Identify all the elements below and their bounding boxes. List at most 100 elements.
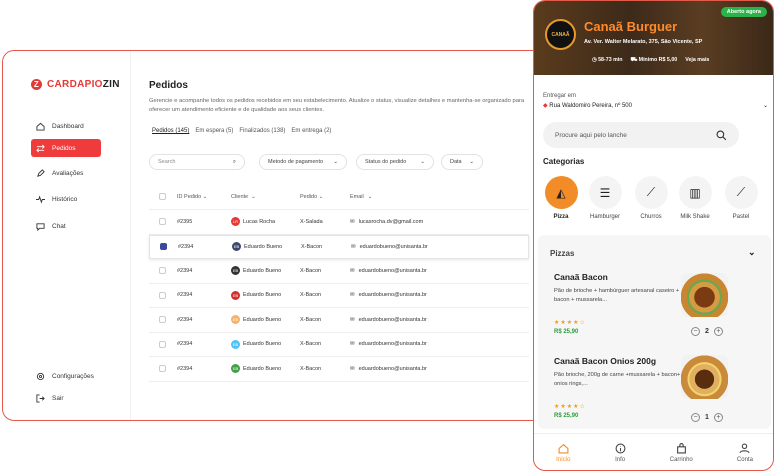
item-name[interactable]: Canaã Bacon — [554, 272, 608, 282]
select-all-checkbox[interactable] — [159, 193, 166, 200]
quantity-value: 2 — [705, 328, 709, 335]
table-row[interactable]: #2394 EB Eduardo Bueno X-Bacon ✉ eduardobueno… — [149, 308, 529, 333]
client-email: eduardobueno@unisanta.br — [359, 243, 428, 250]
item-name[interactable]: Canaã Bacon Onios 200g — [554, 356, 656, 366]
order-tabs: Pedidos (145) Em espera (5) Finalizados … — [152, 128, 331, 134]
client-cell: EB Eduardo Bueno — [231, 364, 300, 374]
table-header: ID Pedido ⌄ Cliente ⌄ Pedido ⌄ Email ⌄ — [149, 184, 529, 210]
row-checkbox[interactable] — [159, 291, 166, 299]
minus-icon[interactable]: − — [691, 413, 700, 422]
category-milk-shake[interactable]: ▥ Milk Shake — [675, 176, 715, 220]
quantity-value: 1 — [705, 414, 709, 421]
client-cell: LR Lucas Rocha — [231, 217, 300, 227]
header-id[interactable]: ID Pedido ⌄ — [177, 194, 231, 200]
home-icon — [558, 443, 569, 454]
mail-icon: ✉ — [351, 243, 356, 250]
row-checkbox[interactable] — [159, 218, 166, 226]
client-name: Eduardo Bueno — [243, 365, 282, 372]
sidebar-item-chat[interactable]: Chat — [31, 217, 101, 235]
header-cliente[interactable]: Cliente ⌄ — [231, 194, 300, 200]
sidebar-item-historico[interactable]: Histórico — [31, 190, 101, 208]
nav-conta[interactable]: Conta — [737, 443, 753, 463]
table-row[interactable]: #2395 LR Lucas Rocha X-Salada ✉ lucasrocha.dv… — [149, 210, 529, 235]
client-email: eduardobueno@unisanta.br — [358, 365, 427, 372]
category-label: Pizza — [553, 214, 569, 220]
deliver-address-select[interactable]: ◆ Rua Waldomiro Pereira, nº 500 ⌄ — [543, 102, 768, 109]
sidebar-item-configuracoes[interactable]: Configurações — [31, 367, 101, 385]
tab-finalizados[interactable]: Finalizados (138) — [239, 128, 285, 134]
nav-info[interactable]: Info — [615, 443, 626, 463]
category-pastel[interactable]: ⟋ Pastel — [721, 176, 761, 220]
mail-icon: ✉ — [350, 341, 355, 348]
order-item: X-Bacon — [300, 267, 322, 274]
sidebar-item-dashboard[interactable]: Dashboard — [31, 117, 101, 135]
payment-filter[interactable]: Metodo de pagamento ⌄ — [259, 154, 347, 170]
quantity-stepper[interactable]: − 2 + — [691, 327, 723, 336]
order-id: #2394 — [177, 292, 193, 299]
sidebar-item-avaliacoes[interactable]: Avaliações — [31, 164, 101, 182]
table-row[interactable]: #2394 EB Eduardo Bueno X-Bacon ✉ eduardobueno… — [149, 357, 529, 382]
user-icon — [739, 443, 750, 454]
status-filter-label: Status do pedido — [365, 159, 407, 165]
sidebar-item-sair[interactable]: Sair — [31, 389, 101, 407]
chevron-down-icon[interactable]: ⌄ — [748, 247, 756, 258]
status-badge: Aberto agora — [720, 7, 767, 17]
nav-inicio[interactable]: Início — [556, 443, 570, 463]
order-item: X-Bacon — [300, 365, 322, 372]
payment-filter-label: Metodo de pagamento — [268, 159, 324, 165]
tab-em-espera[interactable]: Em espera (5) — [195, 128, 233, 134]
nav-carrinho[interactable]: Carrinho — [670, 443, 693, 463]
minus-icon[interactable]: − — [691, 327, 700, 336]
table-row[interactable]: #2394 EB Eduardo Bueno X-Bacon ✉ eduardobueno… — [149, 333, 529, 357]
client-name: Eduardo Bueno — [243, 292, 282, 299]
header-email[interactable]: Email ⌄ — [350, 194, 372, 200]
avatar: EB — [231, 315, 240, 325]
tab-em-entrega[interactable]: Em entrega (2) — [291, 128, 331, 134]
row-checkbox[interactable] — [159, 340, 166, 348]
plus-icon[interactable]: + — [713, 413, 723, 422]
avatar: EB — [232, 242, 241, 252]
row-checkbox[interactable] — [159, 365, 166, 373]
email-cell: ✉ eduardobueno@unisanta.br — [350, 268, 427, 274]
client-cell: EB Eduardo Bueno — [231, 315, 300, 325]
see-more-link[interactable]: Veja mais — [685, 57, 709, 64]
table-row[interactable]: #2394 EB Eduardo Bueno X-Bacon ✉ eduardobueno… — [149, 259, 529, 284]
orders-table: ID Pedido ⌄ Cliente ⌄ Pedido ⌄ Email ⌄ #… — [149, 184, 529, 382]
item-image — [681, 273, 728, 317]
logout-icon — [36, 393, 45, 403]
mail-icon: ✉ — [350, 365, 355, 372]
table-row[interactable]: #2394 EB Eduardo Bueno X-Bacon ✉ eduardobueno… — [149, 234, 529, 259]
client-email: eduardobueno@unisanta.br — [358, 316, 427, 323]
client-email: eduardobueno@unisanta.br — [358, 341, 427, 348]
category-hamburger[interactable]: ☰ Hamburger — [585, 176, 625, 220]
tab-pedidos[interactable]: Pedidos (145) — [152, 128, 189, 134]
delivery-time: ◷ 58-73 min — [592, 57, 623, 63]
category-pizza[interactable]: ◭ Pizza — [541, 176, 581, 220]
brand-logo[interactable]: Z CARDAPIOZIN — [31, 79, 120, 90]
plus-icon[interactable]: + — [713, 327, 723, 336]
client-cell: EB Eduardo Bueno — [231, 290, 300, 300]
sidebar-item-label: Configurações — [52, 372, 94, 380]
brand-name-b: ZIN — [102, 79, 120, 90]
chevron-down-icon: ⌄ — [420, 159, 425, 165]
date-filter[interactable]: Data ⌄ — [441, 154, 483, 170]
sidebar-item-pedidos[interactable]: Pedidos — [31, 139, 101, 157]
order-item: X-Bacon — [300, 341, 322, 348]
row-checkbox[interactable] — [160, 243, 167, 251]
product-search-input[interactable]: Procure aqui pelo lanche — [543, 122, 739, 148]
quantity-stepper[interactable]: − 1 + — [691, 413, 723, 422]
status-filter[interactable]: Status do pedido ⌄ — [356, 154, 434, 170]
search-input[interactable]: Search ⌕ — [149, 154, 245, 170]
category-label: Churros — [640, 214, 662, 220]
order-id: #2394 — [177, 316, 193, 323]
restaurant-banner: Aberto agora CANAÃ Canaã Burguer Av. Ver… — [534, 1, 773, 75]
row-checkbox[interactable] — [159, 267, 166, 275]
table-row[interactable]: #2394 EB Eduardo Bueno X-Bacon ✉ eduardobueno… — [149, 284, 529, 308]
header-pedido[interactable]: Pedido ⌄ — [300, 194, 350, 200]
row-checkbox[interactable] — [159, 316, 166, 324]
category-churros[interactable]: ⟋ Churros — [631, 176, 671, 220]
search-icon: ⌕ — [232, 158, 236, 165]
order-id: #2394 — [177, 341, 193, 348]
pizza-icon: ◭ — [556, 185, 566, 200]
deliver-label: Entregar em — [543, 93, 577, 99]
